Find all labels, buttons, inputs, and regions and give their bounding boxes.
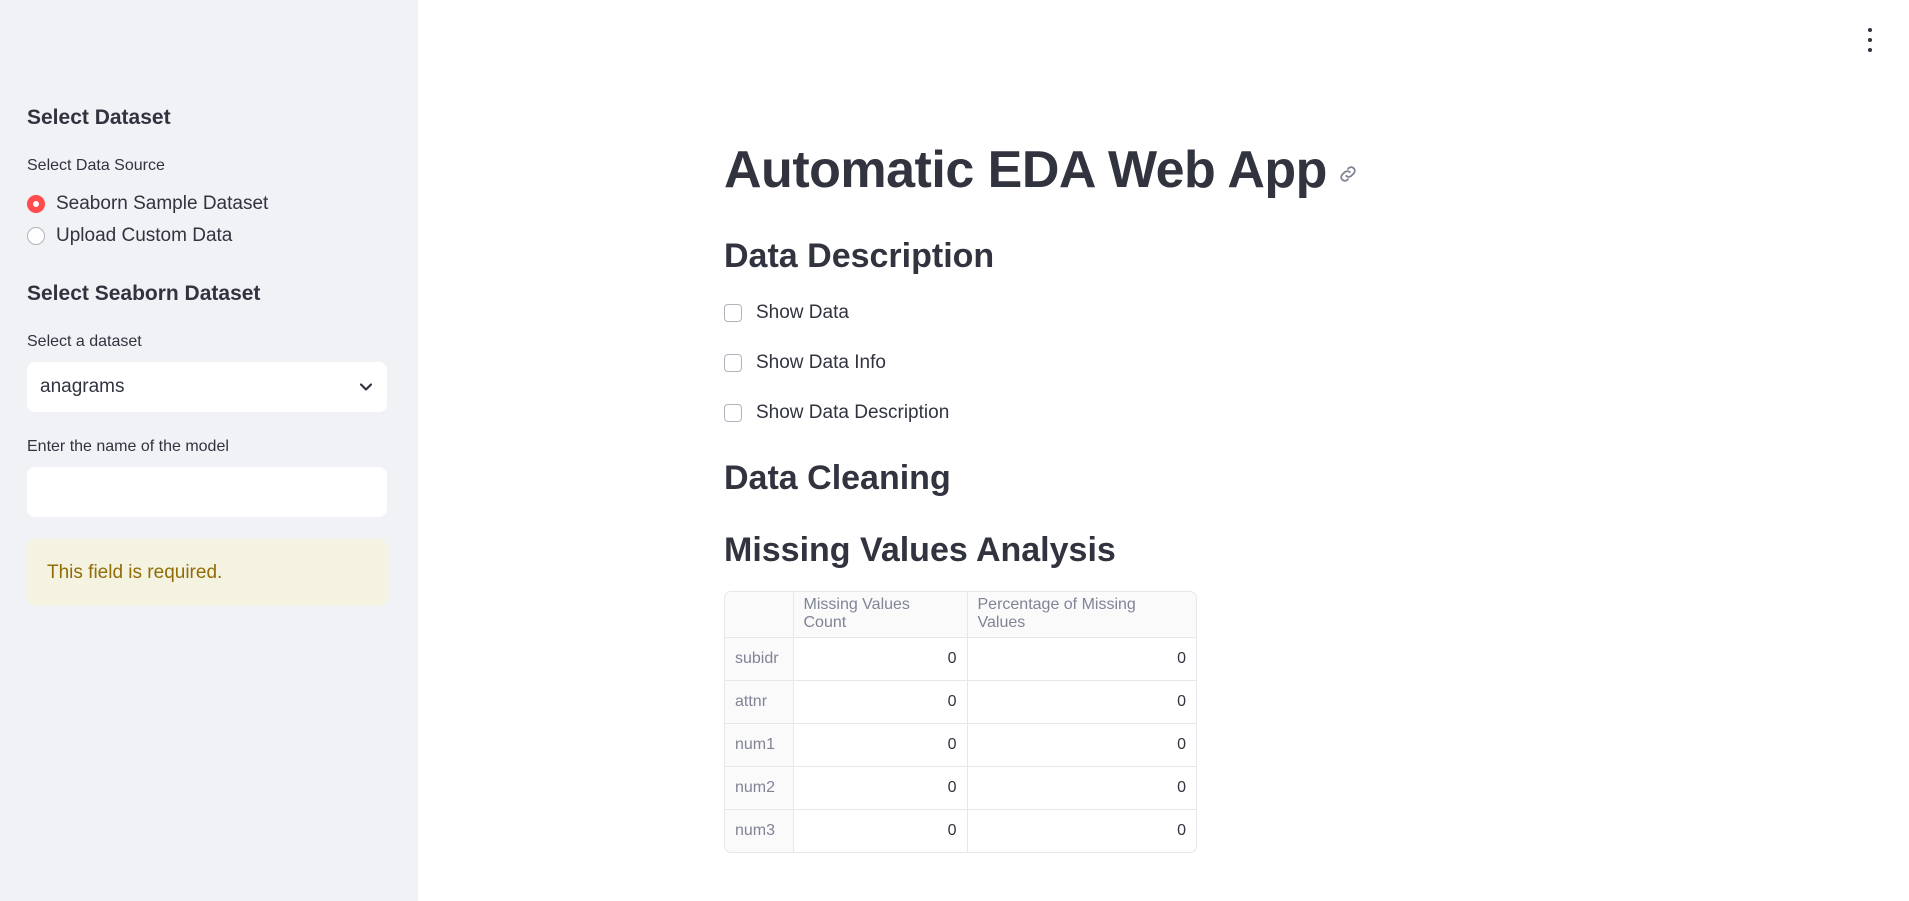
model-name-label: Enter the name of the model xyxy=(27,438,229,455)
warning-text: This field is required. xyxy=(47,561,223,583)
row-label: num1 xyxy=(725,723,794,767)
table-cell[interactable]: 0 xyxy=(967,766,1196,810)
dataset-select-value: anagrams xyxy=(40,376,125,397)
link-icon[interactable] xyxy=(1337,163,1359,185)
menu-dot xyxy=(1868,28,1872,32)
radio-selected-indicator[interactable] xyxy=(27,195,45,213)
table-cell[interactable]: 0 xyxy=(967,637,1196,681)
table-header-row: Missing Values Count Percentage of Missi… xyxy=(725,592,1196,638)
app-root: Select Dataset Select Data Source Seabor… xyxy=(0,0,1909,901)
table-row: num3 0 0 xyxy=(725,809,1196,852)
page-title: Automatic EDA Web App xyxy=(724,140,1359,200)
table-cell[interactable]: 0 xyxy=(793,723,968,767)
table-row: num1 0 0 xyxy=(725,723,1196,767)
menu-dot xyxy=(1868,38,1872,42)
table-cell[interactable]: 0 xyxy=(967,680,1196,724)
radio-option-label: Seaborn Sample Dataset xyxy=(56,193,269,214)
data-table: Missing Values Count Percentage of Missi… xyxy=(725,592,1196,852)
checkbox-label: Show Data Info xyxy=(756,352,886,373)
row-label: num2 xyxy=(725,766,794,810)
row-label: attnr xyxy=(725,680,794,724)
model-name-input[interactable] xyxy=(27,467,387,517)
row-label: num3 xyxy=(725,809,794,852)
sidebar: Select Dataset Select Data Source Seabor… xyxy=(0,0,418,901)
column-header-index[interactable] xyxy=(725,592,794,638)
row-label: subidr xyxy=(725,637,794,681)
table-cell[interactable]: 0 xyxy=(793,637,968,681)
table-row: num2 0 0 xyxy=(725,766,1196,810)
table-row: attnr 0 0 xyxy=(725,680,1196,724)
required-field-warning: This field is required. xyxy=(27,539,387,606)
select-seaborn-dataset-heading: Select Seaborn Dataset xyxy=(27,282,261,305)
checkbox-show-data[interactable]: Show Data xyxy=(724,302,849,324)
checkbox-box[interactable] xyxy=(724,304,742,322)
radio-option-seaborn-sample[interactable]: Seaborn Sample Dataset xyxy=(27,193,268,215)
table-cell[interactable]: 0 xyxy=(793,680,968,724)
checkbox-label: Show Data xyxy=(756,302,849,323)
table-row: subidr 0 0 xyxy=(725,637,1196,681)
table-cell[interactable]: 0 xyxy=(793,766,968,810)
table-cell[interactable]: 0 xyxy=(967,723,1196,767)
vertical-dots-icon[interactable] xyxy=(1862,28,1878,52)
table-cell[interactable]: 0 xyxy=(967,809,1196,852)
data-description-heading: Data Description xyxy=(724,237,995,275)
checkbox-show-data-description[interactable]: Show Data Description xyxy=(724,402,949,424)
data-cleaning-heading: Data Cleaning xyxy=(724,459,951,497)
missing-values-heading: Missing Values Analysis xyxy=(724,531,1116,569)
page-title-text: Automatic EDA Web App xyxy=(724,141,1327,199)
radio-option-label: Upload Custom Data xyxy=(56,225,233,246)
column-header-missing-percentage[interactable]: Percentage of Missing Values xyxy=(967,592,1196,638)
table-cell[interactable]: 0 xyxy=(793,809,968,852)
data-source-label: Select Data Source xyxy=(27,157,165,174)
checkbox-label: Show Data Description xyxy=(756,402,950,423)
select-dataset-heading: Select Dataset xyxy=(27,106,171,129)
radio-unselected-indicator[interactable] xyxy=(27,227,45,245)
checkbox-show-data-info[interactable]: Show Data Info xyxy=(724,352,886,374)
dataset-select[interactable]: anagrams xyxy=(27,362,387,412)
radio-option-upload-custom[interactable]: Upload Custom Data xyxy=(27,225,232,247)
column-header-missing-count[interactable]: Missing Values Count xyxy=(793,592,968,638)
menu-dot xyxy=(1868,48,1872,52)
dataset-select-label: Select a dataset xyxy=(27,333,142,350)
missing-values-table[interactable]: Missing Values Count Percentage of Missi… xyxy=(724,591,1197,853)
checkbox-box[interactable] xyxy=(724,404,742,422)
checkbox-box[interactable] xyxy=(724,354,742,372)
chevron-down-icon xyxy=(359,383,373,391)
